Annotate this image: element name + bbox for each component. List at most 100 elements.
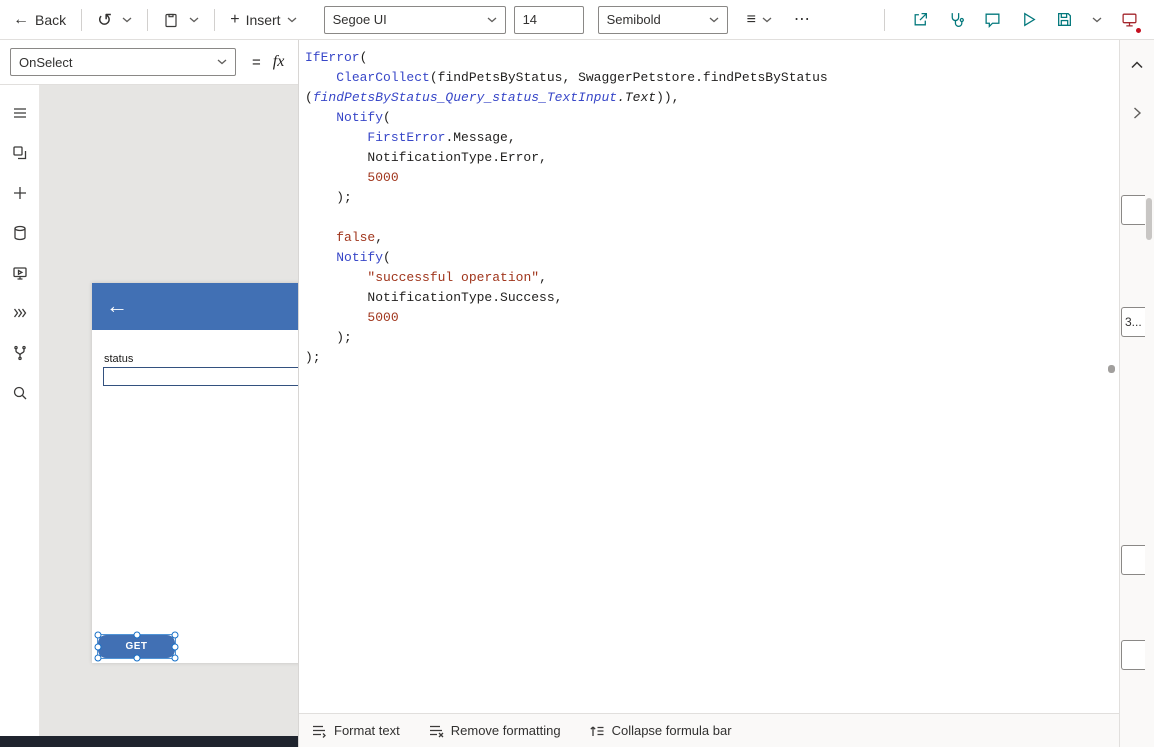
variables-button[interactable] [0,333,40,373]
code-line: (findPetsByStatus_Query_status_TextInput… [305,88,1103,108]
code-line: ); [305,188,1103,208]
undo-dropdown-button[interactable] [117,5,137,35]
save-button[interactable] [1054,5,1075,35]
code-line: false, [305,228,1103,248]
selection-handle[interactable] [172,632,179,639]
collapse-formula-bar-button[interactable]: Collapse formula bar [589,723,732,739]
chevron-down-icon [287,17,297,23]
code-line: IfError( [305,48,1103,68]
clipped-property-input[interactable] [1121,195,1145,225]
save-dropdown-button[interactable] [1090,5,1104,35]
app-screen-preview[interactable]: ← status GET [92,283,298,663]
clipped-property-input[interactable] [1121,545,1145,575]
screen-back-arrow-icon[interactable]: ← [106,292,128,320]
formula-bar-panel: IfError( ClearCollect(findPetsByStatus, … [298,40,1120,747]
clipboard-icon [163,12,179,28]
code-line: 5000 [305,168,1103,188]
app-checker-button[interactable] [946,5,967,35]
plus-icon [12,185,28,201]
back-button[interactable]: ← Back [8,5,71,35]
selection-handle[interactable] [95,643,102,650]
tree-view-button[interactable] [0,133,40,173]
code-line [305,208,1103,228]
search-icon [12,385,28,401]
chevron-down-icon [709,17,719,23]
play-icon [1020,11,1037,28]
hamburger-icon [12,105,28,121]
selection-handle[interactable] [172,655,179,662]
status-field-label[interactable]: status [104,353,133,365]
collapse-formula-chevron-button[interactable] [1126,54,1148,76]
share-icon [912,11,929,28]
menu-button[interactable] [0,93,40,133]
paste-button[interactable] [158,5,184,35]
undo-icon: ↺ [97,11,112,29]
alignment-icon: ≡ [747,12,756,28]
font-size-select[interactable]: 14 [514,6,584,34]
undo-button[interactable]: ↺ [92,5,117,35]
format-text-label: Format text [334,723,400,738]
remove-formatting-button[interactable]: Remove formatting [428,723,561,739]
more-commands-button[interactable]: ⋯ [789,5,815,35]
property-value: OnSelect [19,55,72,70]
media-button[interactable] [0,253,40,293]
selection-handle[interactable] [172,643,179,650]
media-icon [12,265,28,281]
power-automate-button[interactable] [0,293,40,333]
insert-button[interactable]: + Insert [225,5,301,35]
clipped-property-input[interactable]: 3... [1121,307,1145,337]
remove-formatting-icon [428,723,444,739]
code-line: ); [305,328,1103,348]
code-line: 5000 [305,308,1103,328]
formula-code[interactable]: IfError( ClearCollect(findPetsByStatus, … [299,40,1103,713]
chevron-down-icon [189,17,199,23]
insert-rail-button[interactable] [0,173,40,213]
clipped-property-input[interactable] [1121,640,1145,670]
search-button[interactable] [0,373,40,413]
design-canvas[interactable]: ← status GET [40,85,298,736]
chevron-down-icon [1092,17,1102,23]
code-line: "successful operation", [305,268,1103,288]
back-label: Back [35,12,66,28]
font-weight-select[interactable]: Semibold [598,6,728,34]
remove-formatting-label: Remove formatting [451,723,561,738]
formula-footer: Format text Remove formatting Collapse f… [299,713,1119,747]
toolbar-divider [214,9,215,31]
triple-chevron-icon [12,305,28,321]
selection-handle[interactable] [133,655,140,662]
comments-button[interactable] [982,5,1003,35]
right-panel-strip: 3... [1120,40,1154,747]
collapse-formula-bar-label: Collapse formula bar [612,723,732,738]
fx-icon: fx [273,53,285,71]
code-line: Notify( [305,248,1103,268]
formula-scrollbar-thumb[interactable] [1108,365,1115,373]
toolbar-right-group [874,5,1154,35]
bottom-dark-strip [0,736,298,747]
left-navigation-rail [0,85,40,736]
plus-icon: + [230,12,239,28]
selected-control-bounds[interactable]: GET [97,634,176,659]
publish-button[interactable] [1119,5,1140,35]
paste-dropdown-button[interactable] [184,5,204,35]
layers-icon [12,145,28,161]
power-apps-studio: ← Back ↺ + Insert Segoe UI 14 [0,0,1154,747]
selection-handle[interactable] [133,632,140,639]
database-icon [12,225,28,241]
selection-handle[interactable] [95,632,102,639]
screen-header-bar[interactable]: ← [92,283,298,330]
font-family-select[interactable]: Segoe UI [324,6,506,34]
alignment-button[interactable]: ≡ [742,5,777,35]
selection-handle[interactable] [95,655,102,662]
data-button[interactable] [0,213,40,253]
property-selector[interactable]: OnSelect [10,48,236,76]
format-text-button[interactable]: Format text [311,723,400,739]
share-button[interactable] [910,5,931,35]
font-family-value: Segoe UI [333,12,387,27]
right-scrollbar-thumb[interactable] [1146,198,1152,240]
toolbar-divider [147,9,148,31]
preview-button[interactable] [1018,5,1039,35]
code-line: Notify( [305,108,1103,128]
expand-right-panel-button[interactable] [1126,102,1148,124]
status-text-input[interactable] [103,367,298,386]
publish-icon [1121,11,1138,28]
